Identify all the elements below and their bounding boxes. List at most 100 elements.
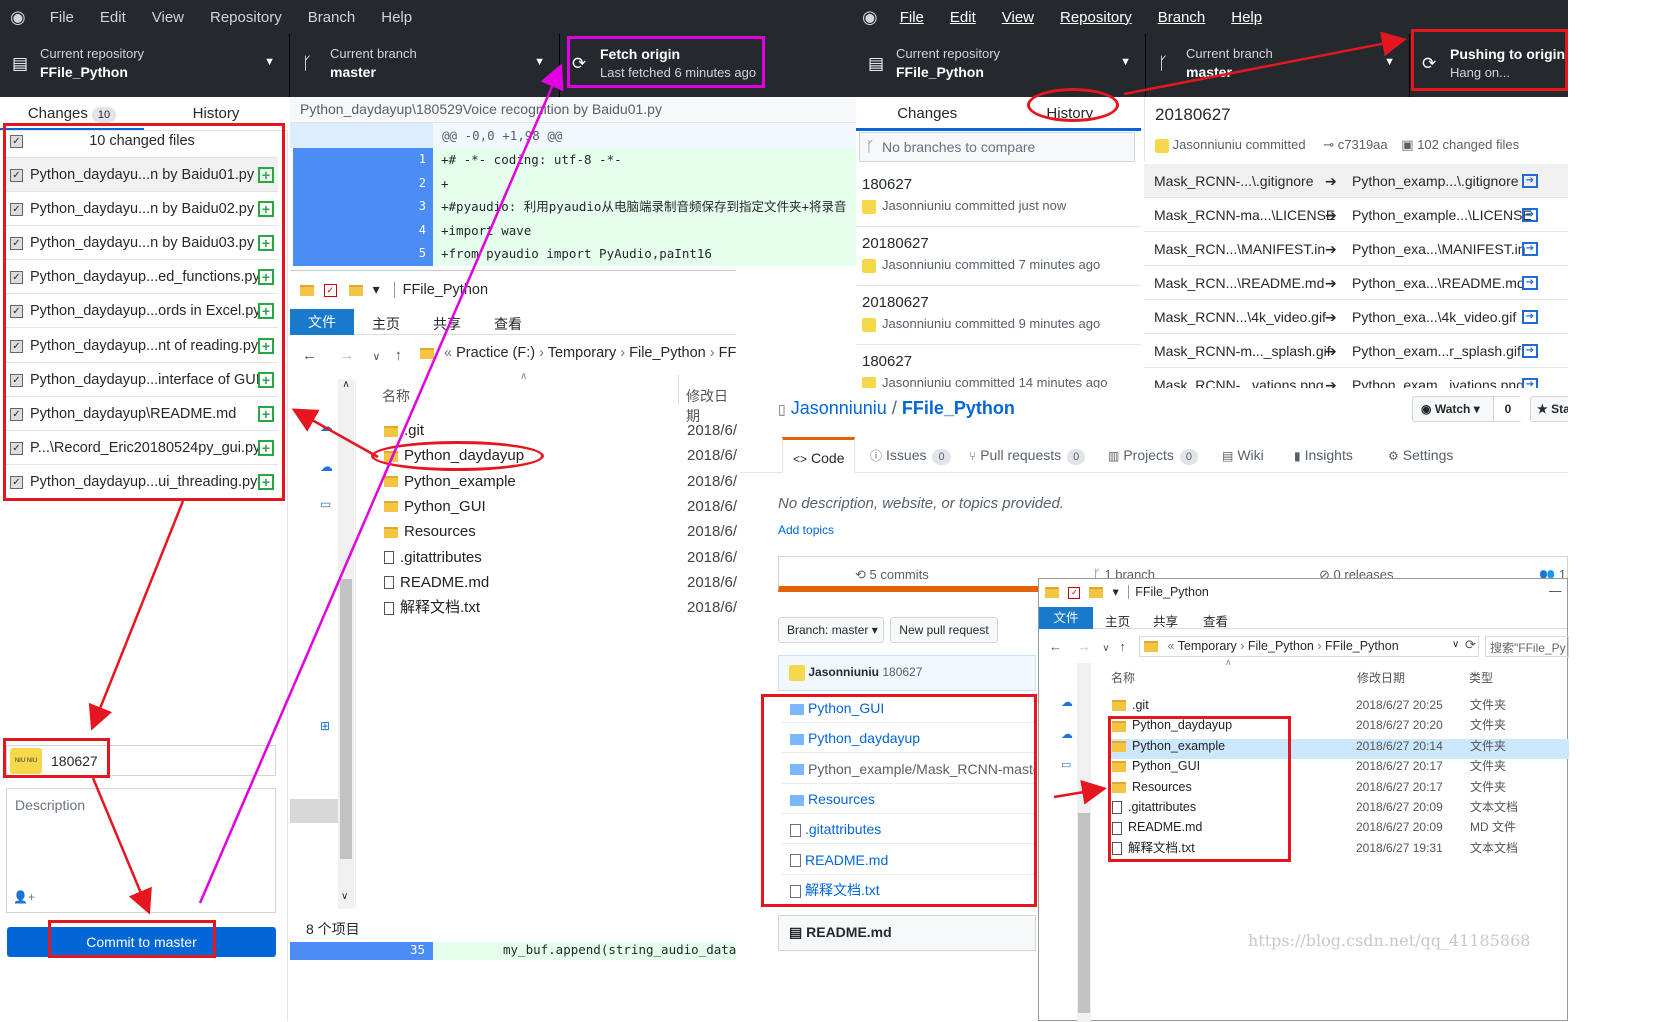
address-dropdown-icon[interactable]: ∨ xyxy=(1452,639,1459,650)
menu-edit[interactable]: Edit xyxy=(950,9,976,26)
gh-tab-projects[interactable]: ▥ Projects 0 xyxy=(1098,437,1208,473)
watch-button[interactable]: ◉ Watch ▾ 0 xyxy=(1412,396,1522,422)
menu-repository[interactable]: Repository xyxy=(1060,9,1132,26)
new-folder-icon[interactable] xyxy=(1088,587,1103,599)
ribbon-view-tab[interactable]: 查看 xyxy=(494,314,522,334)
crumb-0[interactable]: Practice (F:) xyxy=(456,345,535,361)
menu-repository[interactable]: Repository xyxy=(210,9,282,26)
menu-branch[interactable]: Branch xyxy=(1158,9,1206,26)
changed-file-row[interactable]: Mask_RCN...\README.md ➔ Python_exa...\READ… xyxy=(1144,266,1568,300)
onedrive-icon[interactable]: ☁ xyxy=(320,419,333,435)
latest-commit-author[interactable]: Jasonniuniu xyxy=(808,665,879,679)
address-bar[interactable]: « Temporary › File_Python › FFile_Python… xyxy=(1139,636,1479,657)
compare-branch-input[interactable]: ᚴ No branches to compare xyxy=(859,132,1135,162)
add-coauthor-icon[interactable]: 👤+ xyxy=(13,890,35,904)
scroll-thumb[interactable] xyxy=(1078,813,1090,1013)
history-item[interactable]: 20180627 Jasonniuniu committed 7 minutes … xyxy=(856,227,1141,286)
gh-tab-code[interactable]: <> Code xyxy=(782,437,856,473)
pc-icon[interactable]: ▭ xyxy=(1061,758,1071,771)
current-repository-button[interactable]: ▤ Current repository FFile_Python ▼ xyxy=(856,34,1146,97)
crumb-2[interactable]: File_Python xyxy=(629,345,706,361)
crumb-1[interactable]: Temporary xyxy=(548,345,617,361)
repo-name-link[interactable]: FFile_Python xyxy=(902,398,1015,418)
menu-file[interactable]: File xyxy=(50,9,74,26)
current-branch-button[interactable]: ᚴ Current branch master ▼ xyxy=(1146,34,1410,97)
new-folder-icon[interactable] xyxy=(348,284,363,296)
changed-file-row[interactable]: Mask_RCNN-m..._splash.gif ➔ Python_exam...… xyxy=(1144,334,1568,368)
search-input[interactable]: 搜索"FFile_Py xyxy=(1485,636,1569,657)
scroll-up-icon[interactable]: ∧ xyxy=(338,379,354,390)
explorer-item[interactable]: Python_example 2018/6/ xyxy=(384,470,737,494)
new-pull-request-button[interactable]: New pull request xyxy=(890,617,998,643)
repo-owner-link[interactable]: Jasonniuniu xyxy=(791,398,887,418)
explorer-item[interactable]: README.md 2018/6/ xyxy=(384,571,737,595)
explorer-item[interactable]: .git 2018/6/27 20:25 文件夹 xyxy=(1112,695,1562,715)
menu-help[interactable]: Help xyxy=(1231,9,1262,26)
crumb-3[interactable]: FFile_Python xyxy=(719,345,736,361)
menu-view[interactable]: View xyxy=(1002,9,1034,26)
menu-file[interactable]: File xyxy=(900,9,924,26)
crumb-1[interactable]: File_Python xyxy=(1248,639,1314,653)
address-bar[interactable]: « Practice (F:) › Temporary › File_Pytho… xyxy=(420,345,736,369)
ribbon-view-tab[interactable]: 查看 xyxy=(1203,611,1228,630)
recent-dropdown-icon[interactable]: ∨ xyxy=(1102,643,1109,654)
gh-tab-issues[interactable]: ⓘ Issues 0 xyxy=(860,437,961,473)
back-arrow-icon[interactable]: ← xyxy=(1049,639,1062,654)
ribbon-share-tab[interactable]: 共享 xyxy=(433,314,461,334)
tab-changes[interactable]: Changes xyxy=(856,97,999,128)
up-arrow-icon[interactable]: ↑ xyxy=(1119,639,1126,654)
cloud-icon[interactable]: ☁ xyxy=(320,459,333,475)
explorer-item[interactable]: .git 2018/6/ xyxy=(384,419,737,443)
menu-edit[interactable]: Edit xyxy=(100,9,126,26)
nav-scrollbar[interactable]: ∧ ∨ xyxy=(338,379,354,909)
changed-file-row[interactable]: Mask_RCNN-ma...\LICENSE ➔ Python_example..… xyxy=(1144,198,1568,232)
quick-access-dropdown-icon[interactable]: ▾ xyxy=(1112,585,1118,599)
col-date-header[interactable]: 修改日期 xyxy=(1357,669,1405,686)
explorer-item[interactable]: .gitattributes 2018/6/ xyxy=(384,546,737,570)
explorer-item[interactable]: Python_GUI 2018/6/ xyxy=(384,495,737,519)
col-type-header[interactable]: 类型 xyxy=(1469,669,1493,686)
changed-file-row[interactable]: Mask_RCNN-...\.gitignore ➔ Python_examp...… xyxy=(1144,164,1568,198)
latest-commit-msg[interactable]: 180627 xyxy=(882,665,922,679)
description-textarea[interactable]: Description 👤+ xyxy=(6,788,276,913)
forward-arrow-icon[interactable]: → xyxy=(1078,639,1091,654)
current-repository-button[interactable]: ▤ Current repository FFile_Python ▼ xyxy=(0,34,290,97)
scroll-down-icon[interactable]: ∨ xyxy=(341,891,348,902)
crumb-0[interactable]: Temporary xyxy=(1178,639,1237,653)
cloud-icon[interactable]: ☁ xyxy=(1061,727,1073,741)
minimize-icon[interactable]: — xyxy=(1549,584,1562,598)
gh-tab-pull-requests[interactable]: ⑂ Pull requests 0 xyxy=(959,437,1095,473)
crumb-2[interactable]: FFile_Python xyxy=(1325,639,1399,653)
menu-branch[interactable]: Branch xyxy=(308,9,356,26)
ribbon-home-tab[interactable]: 主页 xyxy=(372,314,400,334)
ribbon-file-tab[interactable]: 文件 xyxy=(290,309,354,335)
onedrive-icon[interactable]: ☁ xyxy=(1061,695,1073,709)
scroll-thumb[interactable] xyxy=(340,579,352,859)
nav-scrollbar[interactable] xyxy=(1077,663,1091,1022)
explorer-item[interactable]: 解释文档.txt 2018/6/ xyxy=(384,596,737,620)
gh-tab-settings[interactable]: ⚙ Settings xyxy=(1378,437,1463,473)
col-name-header[interactable]: 名称 xyxy=(1111,669,1135,686)
gh-tab-insights[interactable]: ▮ Insights xyxy=(1284,437,1363,473)
properties-icon[interactable]: ✓ xyxy=(323,283,337,297)
commits-link[interactable]: ⟲ 5 commits xyxy=(855,567,929,583)
add-topics-link[interactable]: Add topics xyxy=(778,523,834,537)
watch-count[interactable]: 0 xyxy=(1493,397,1522,421)
ribbon-share-tab[interactable]: 共享 xyxy=(1153,611,1178,630)
star-button[interactable]: ★ Sta xyxy=(1530,396,1568,422)
explorer-item[interactable]: Resources 2018/6/ xyxy=(384,520,737,544)
menu-view[interactable]: View xyxy=(152,9,184,26)
ribbon-home-tab[interactable]: 主页 xyxy=(1105,611,1130,630)
ribbon-file-tab[interactable]: 文件 xyxy=(1039,607,1093,629)
pc-icon[interactable]: ▭ xyxy=(320,497,331,511)
quick-access-dropdown-icon[interactable]: ▾ xyxy=(373,281,380,297)
changed-file-row[interactable]: Mask_RCN...\MANIFEST.in ➔ Python_exa...\MA… xyxy=(1144,232,1568,266)
back-arrow-icon[interactable]: ← xyxy=(302,347,317,364)
menu-help[interactable]: Help xyxy=(381,9,412,26)
windows-icon[interactable]: ⊞ xyxy=(320,719,330,733)
current-branch-button[interactable]: ᚴ Current branch master ▼ xyxy=(290,34,560,97)
changed-file-row[interactable]: Mask_RCNN...\4k_video.gif ➔ Python_exa...\… xyxy=(1144,300,1568,334)
recent-dropdown-icon[interactable]: ∨ xyxy=(372,351,380,363)
refresh-icon[interactable]: ⟳ xyxy=(1465,637,1476,653)
history-item[interactable]: 20180627 Jasonniuniu committed 9 minutes … xyxy=(856,286,1141,345)
